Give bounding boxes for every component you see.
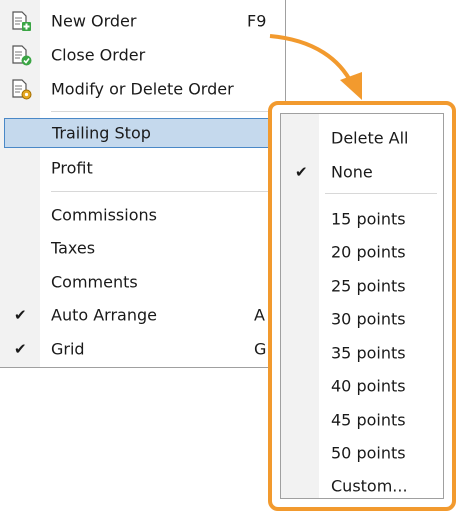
submenu-item-label: None bbox=[331, 162, 373, 182]
submenu-item-label: 45 points bbox=[331, 410, 406, 430]
submenu-item-custom[interactable]: Custom... bbox=[281, 471, 443, 498]
menu-separator bbox=[325, 193, 437, 194]
submenu-item-none[interactable]: ✔ None bbox=[281, 157, 443, 187]
submenu-item-15-points[interactable]: 15 points bbox=[281, 204, 443, 234]
submenu-item-label: 40 points bbox=[331, 376, 406, 396]
submenu-item-30-points[interactable]: 30 points bbox=[281, 304, 443, 334]
submenu-item-label: 20 points bbox=[331, 242, 406, 262]
submenu-item-label: Delete All bbox=[331, 128, 409, 148]
submenu-item-label: 30 points bbox=[331, 309, 406, 329]
submenu-item-label: 35 points bbox=[331, 343, 406, 363]
check-icon: ✔ bbox=[295, 163, 308, 181]
trailing-stop-submenu: Delete All ✔ None 15 points 20 points 25… bbox=[280, 113, 444, 499]
submenu-item-45-points[interactable]: 45 points bbox=[281, 405, 443, 435]
submenu-item-50-points[interactable]: 50 points bbox=[281, 438, 443, 468]
submenu-item-label: 50 points bbox=[331, 443, 406, 463]
submenu-item-40-points[interactable]: 40 points bbox=[281, 371, 443, 401]
submenu-item-25-points[interactable]: 25 points bbox=[281, 271, 443, 301]
submenu-item-35-points[interactable]: 35 points bbox=[281, 338, 443, 368]
submenu-item-delete-all[interactable]: Delete All bbox=[281, 123, 443, 153]
submenu-item-label: Custom... bbox=[331, 476, 408, 496]
submenu-item-20-points[interactable]: 20 points bbox=[281, 237, 443, 267]
submenu-item-label: 15 points bbox=[331, 209, 406, 229]
submenu-item-label: 25 points bbox=[331, 276, 406, 296]
submenu-highlight-frame: Delete All ✔ None 15 points 20 points 25… bbox=[268, 101, 456, 511]
